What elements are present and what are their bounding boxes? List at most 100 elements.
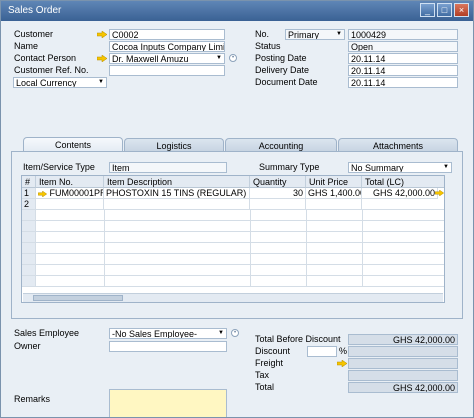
table-cell-unit-price[interactable]: GHS 1,400.00 xyxy=(306,188,362,199)
table-cell-description[interactable]: PHOSTOXIN 15 TINS (REGULAR) xyxy=(104,188,250,199)
owner-label: Owner xyxy=(14,341,41,351)
table-cell-description[interactable] xyxy=(104,199,250,210)
empty-row xyxy=(22,265,36,276)
total-label: Total xyxy=(255,382,275,392)
name-label: Name xyxy=(14,41,39,51)
sales-employee-select[interactable]: -No Sales Employee- ▼ xyxy=(109,328,227,339)
discount-amount-field xyxy=(348,346,458,357)
status-label: Status xyxy=(255,41,281,51)
tab-logistics[interactable]: Logistics xyxy=(124,138,224,152)
total-field: GHS 42,000.00 xyxy=(348,382,458,393)
currency-select[interactable]: Local Currency ▼ xyxy=(13,77,107,88)
series-value: Primary xyxy=(288,30,319,40)
empty-row xyxy=(22,254,36,265)
link-arrow-icon[interactable] xyxy=(435,190,444,196)
horizontal-scrollbar[interactable] xyxy=(23,293,443,302)
document-date-field[interactable]: 20.11.14 xyxy=(348,77,458,88)
title-bar[interactable]: Sales Order _ □ × xyxy=(1,1,473,21)
column-header-quantity[interactable]: Quantity xyxy=(250,176,306,188)
document-date-label: Document Date xyxy=(255,77,318,87)
summary-type-value: No Summary xyxy=(351,163,404,173)
posting-date-label: Posting Date xyxy=(255,53,307,63)
delivery-date-label: Delivery Date xyxy=(255,65,310,75)
number-label: No. xyxy=(255,29,270,39)
sales-employee-value: -No Sales Employee- xyxy=(112,329,198,339)
owner-field[interactable] xyxy=(109,341,227,352)
info-icon[interactable]: • xyxy=(231,329,239,337)
table-cell-item-no[interactable] xyxy=(36,199,104,210)
table-cell-quantity[interactable] xyxy=(250,199,306,210)
items-table: # Item No. Item Description Quantity Uni… xyxy=(21,175,445,303)
remarks-label: Remarks xyxy=(14,394,51,404)
total-before-discount-field: GHS 42,000.00 xyxy=(348,334,458,345)
column-divider xyxy=(362,210,363,287)
column-header-description[interactable]: Item Description xyxy=(104,176,250,188)
name-field[interactable]: Cocoa Inputs Company Limited xyxy=(109,41,225,52)
empty-row xyxy=(22,221,36,232)
document-number-field[interactable]: 1000429 xyxy=(348,29,458,40)
row-number[interactable]: 2 xyxy=(22,199,36,210)
tab-accounting[interactable]: Accounting xyxy=(225,138,337,152)
tax-field xyxy=(348,370,458,381)
column-header-total[interactable]: Total (LC) xyxy=(362,176,444,188)
series-select[interactable]: Primary ▼ xyxy=(285,29,345,40)
chevron-down-icon[interactable]: ▼ xyxy=(335,31,343,38)
table-cell-total[interactable] xyxy=(362,199,444,210)
freight-field xyxy=(348,358,458,369)
info-icon[interactable]: • xyxy=(229,54,237,62)
link-arrow-icon[interactable] xyxy=(97,55,107,62)
column-divider xyxy=(104,210,105,287)
status-field: Open xyxy=(348,41,458,52)
customer-ref-label: Customer Ref. No. xyxy=(14,65,89,75)
table-cell-unit-price[interactable] xyxy=(306,199,362,210)
column-header-item-no[interactable]: Item No. xyxy=(36,176,104,188)
total-before-discount-label: Total Before Discount xyxy=(255,334,341,344)
posting-date-field[interactable]: 20.11.14 xyxy=(348,53,458,64)
sales-employee-label: Sales Employee xyxy=(14,328,80,338)
chevron-down-icon[interactable]: ▼ xyxy=(442,164,450,171)
contact-person-select[interactable]: Dr. Maxwell Amuzu ▼ xyxy=(109,53,225,64)
table-cell-item-no[interactable]: FUM00001PRE xyxy=(36,188,104,199)
item-no-value: FUM00001PRE xyxy=(49,188,103,198)
customer-label: Customer xyxy=(14,29,54,39)
empty-rows-area xyxy=(36,210,444,287)
currency-value: Local Currency xyxy=(16,78,77,88)
column-header-unit-price[interactable]: Unit Price xyxy=(306,176,362,188)
link-arrow-icon[interactable] xyxy=(97,31,107,38)
window-title: Sales Order xyxy=(8,5,62,16)
chevron-down-icon[interactable]: ▼ xyxy=(97,79,105,86)
empty-row xyxy=(22,232,36,243)
item-type-select[interactable]: Item xyxy=(109,162,227,173)
tax-label: Tax xyxy=(255,370,270,380)
column-divider xyxy=(250,210,251,287)
delivery-date-field[interactable]: 20.11.14 xyxy=(348,65,458,76)
sales-order-window: Sales Order _ □ × Customer C0002 Name Co… xyxy=(0,0,474,418)
column-header-number[interactable]: # xyxy=(22,176,36,188)
chevron-down-icon[interactable]: ▼ xyxy=(215,55,223,62)
empty-row xyxy=(22,243,36,254)
minimize-icon[interactable]: _ xyxy=(420,3,435,17)
remarks-textarea[interactable] xyxy=(109,389,227,417)
row-number[interactable]: 1 xyxy=(22,188,36,199)
item-type-label: Item/Service Type xyxy=(23,162,95,172)
item-type-value: Item xyxy=(112,163,130,173)
contact-person-value: Dr. Maxwell Amuzu xyxy=(112,54,189,64)
discount-label: Discount xyxy=(255,346,291,356)
percent-sign: % xyxy=(339,346,348,356)
customer-ref-field[interactable] xyxy=(109,65,225,76)
column-divider xyxy=(306,210,307,287)
scrollbar-thumb[interactable] xyxy=(33,295,123,301)
customer-field[interactable]: C0002 xyxy=(109,29,225,40)
tab-attachments[interactable]: Attachments xyxy=(338,138,458,152)
link-arrow-icon[interactable] xyxy=(38,190,47,197)
table-cell-total[interactable]: GHS 42,000.00 xyxy=(362,188,438,199)
summary-type-select[interactable]: No Summary ▼ xyxy=(348,162,452,173)
table-cell-quantity[interactable]: 30 xyxy=(250,188,306,199)
close-icon[interactable]: × xyxy=(454,3,469,17)
tab-contents[interactable]: Contents xyxy=(23,137,123,152)
discount-percent-field[interactable] xyxy=(307,346,337,357)
empty-row xyxy=(22,210,36,221)
link-arrow-icon[interactable] xyxy=(337,360,347,367)
maximize-icon[interactable]: □ xyxy=(437,3,452,17)
chevron-down-icon[interactable]: ▼ xyxy=(217,330,225,337)
